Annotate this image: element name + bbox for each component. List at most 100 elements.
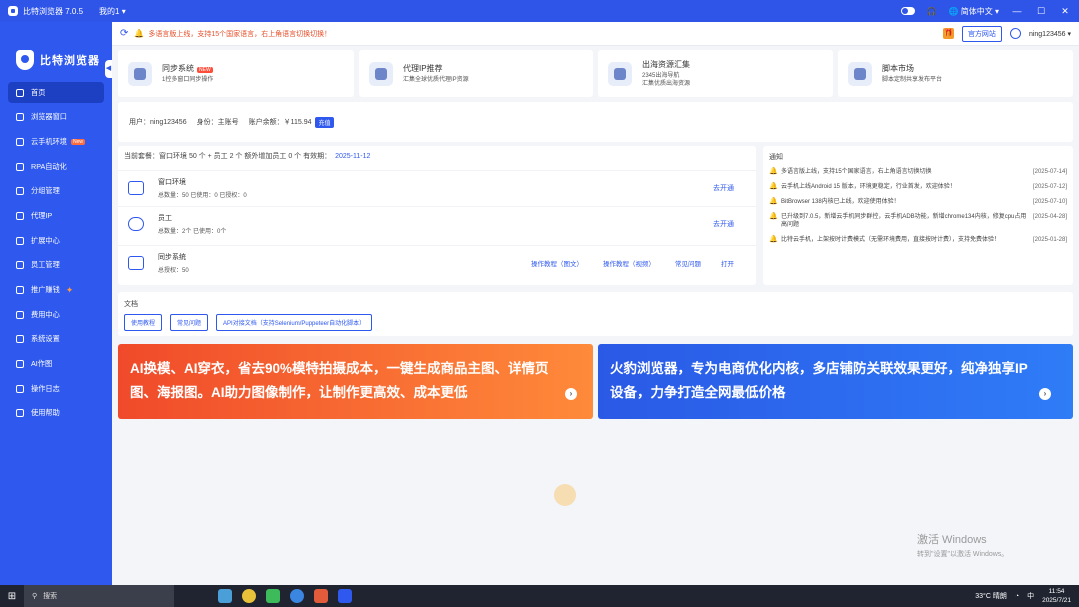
notice-text: 比特云手机，上架按时计费模式（无需环境费用，直接按时计费），支持免费体验！: [781, 237, 1001, 243]
bell-icon: 🔔: [769, 168, 778, 175]
customer-service-icon[interactable]: 🎧: [927, 7, 937, 16]
bitbrowser-icon[interactable]: [338, 589, 352, 603]
sidebar-item-ai-draw[interactable]: AI作图: [8, 354, 104, 375]
username-dropdown[interactable]: ning123456 ▾: [1029, 30, 1071, 38]
maximize-button[interactable]: ☐: [1035, 6, 1047, 17]
taskbar-search-label: 搜索: [43, 593, 58, 600]
sidebar-item-browser-windows[interactable]: 浏览器窗口: [8, 107, 104, 128]
new-badge: NEW: [197, 67, 213, 73]
faq-button[interactable]: 常见问题: [170, 314, 209, 331]
notice-date: [2025-04-28]: [1032, 214, 1067, 220]
sidebar-item-label: 推广赚钱: [31, 285, 60, 294]
feature-card-script-market[interactable]: 脚本市场 脚本定制共享发布平台: [838, 50, 1073, 97]
feature-card-proxy[interactable]: 代理IP推荐 汇集全球优质代理IP资源: [359, 50, 593, 97]
sidebar-nav: 首页 浏览器窗口 云手机环境 New RPA自动化 分组管理 代理IP 扩展中心 …: [0, 82, 112, 424]
feature-card-title: 脚本市场: [882, 64, 914, 73]
wechat-icon[interactable]: [266, 589, 280, 603]
browser-icon[interactable]: [290, 589, 304, 603]
feature-card-desc: 1控多窗口同步操作: [162, 77, 214, 83]
window-stack-icon: [128, 180, 144, 195]
faq-link[interactable]: 常见问题: [675, 258, 701, 268]
language-switcher[interactable]: 🌐 简体中文 ▾: [949, 6, 999, 17]
feature-card-resources[interactable]: 出海资源汇集 2345出海导航 汇集优质出海资源: [598, 50, 833, 97]
brand-name: 比特浏览器: [40, 55, 100, 67]
package-row-staff: 员工 总数量：2个 已使用：0个 去开通: [118, 206, 756, 240]
feature-card-sync[interactable]: 同步系统 NEW 1控多窗口同步操作: [118, 50, 354, 97]
sidebar-item-groups[interactable]: 分组管理: [8, 181, 104, 202]
clock[interactable]: 11:54 2025/7/21: [1042, 587, 1071, 605]
app-icon[interactable]: [314, 589, 328, 603]
sidebar-item-home[interactable]: 首页: [8, 82, 104, 103]
docs-title: 文档: [124, 301, 138, 308]
arrow-right-icon[interactable]: ›: [565, 388, 577, 400]
ai-icon: [16, 360, 24, 369]
new-badge: New: [70, 138, 85, 145]
notices-title: 通知: [769, 154, 783, 161]
sidebar-item-help[interactable]: 使用帮助: [8, 403, 104, 424]
taskbar-search[interactable]: ⚲ 搜索: [24, 585, 174, 607]
sidebar-item-billing[interactable]: 费用中心: [8, 304, 104, 325]
close-button[interactable]: ✕: [1059, 6, 1071, 17]
banner-text: 火豹浏览器，专为电商优化内核，多店铺防关联效果更好，纯净独享IP设备，力争打造全…: [610, 361, 1028, 400]
network-icon[interactable]: ◔: [1015, 593, 1019, 600]
notice-item[interactable]: 🔔 比特云手机，上架按时计费模式（无需环境费用，直接按时计费），支持免费体验！ [2…: [769, 236, 1067, 244]
notice-item[interactable]: 🔔 云手机上线Android 15 版本，环境更稳定，行业首发，欢迎体验！ [202…: [769, 183, 1067, 191]
official-site-button[interactable]: 官方网站: [961, 25, 1002, 42]
user-icon: [1009, 28, 1021, 39]
ime-indicator[interactable]: 中: [1027, 591, 1034, 601]
sidebar-item-rpa[interactable]: RPA自动化: [8, 156, 104, 177]
staff-icon: [16, 261, 24, 270]
sidebar-item-referral[interactable]: 推广赚钱 ✦: [8, 280, 104, 301]
windows-start-icon[interactable]: ⊞: [0, 591, 24, 602]
theme-toggle[interactable]: [900, 7, 915, 15]
taskbar-apps: [218, 589, 352, 603]
browser-banner[interactable]: 火豹浏览器，专为电商优化内核，多店铺防关联效果更好，纯净独享IP设备，力争打造全…: [598, 344, 1073, 419]
sidebar-item-cloud-phone[interactable]: 云手机环境 New: [8, 131, 104, 152]
arrow-right-icon[interactable]: ›: [1039, 388, 1051, 400]
notice-item[interactable]: 🔔 BitBrowser 138内核已上线，欢迎使用体验！ [2025-07-10]: [769, 198, 1067, 206]
account-user: 用户：ning123456: [129, 119, 187, 126]
tutorial-text-link[interactable]: 操作教程（图文）: [531, 258, 583, 268]
script-icon: [848, 61, 872, 86]
open-sync-link[interactable]: 打开: [721, 258, 734, 268]
activate-staff-link[interactable]: 去开通: [713, 219, 734, 229]
bell-icon: 🔔: [769, 213, 778, 220]
sidebar: 比特浏览器 ◀ 首页 浏览器窗口 云手机环境 New RPA自动化 分组管理 代理…: [0, 22, 112, 585]
sidebar-item-label: 使用帮助: [31, 408, 60, 418]
sidebar-item-label: 员工管理: [31, 260, 60, 270]
chrome-icon[interactable]: [242, 589, 256, 603]
app-icon[interactable]: [218, 589, 232, 603]
billing-icon: [16, 310, 24, 319]
tutorial-video-link[interactable]: 操作教程（视频）: [603, 258, 655, 268]
notice-item[interactable]: 🔔 已升级到7.0.5，新增云手机同步群控，云手机ADB功能，新增chrome13…: [769, 213, 1067, 229]
log-icon: [16, 384, 24, 393]
feature-card-desc: 汇集全球优质代理IP资源: [403, 77, 469, 83]
refresh-icon[interactable]: ⟳: [120, 28, 128, 39]
notice-item[interactable]: 🔔 多语言版上线，支持15个国家语言，右上角语言切换切换 [2025-07-14]: [769, 168, 1067, 176]
search-icon: ⚲: [32, 593, 38, 600]
recharge-button[interactable]: 充值: [315, 116, 334, 128]
header-notice[interactable]: 多语言版上线，支持15个国家语言，右上角语言切换切换！: [148, 29, 331, 39]
weather-widget[interactable]: 33°C 晴朗: [975, 591, 1007, 601]
title-bar: 比特浏览器 7.0.5 我的1 ▾ 🎧 🌐 简体中文 ▾ — ☐ ✕: [0, 0, 1079, 22]
team-selector[interactable]: 我的1 ▾: [99, 6, 126, 17]
feature-card-desc: 脚本定制共享发布平台: [882, 77, 943, 83]
gift-icon[interactable]: 🎁: [942, 28, 954, 39]
sidebar-item-extensions[interactable]: 扩展中心: [8, 230, 104, 251]
account-bar: 用户：ning123456 身份：主账号 账户余额：￥115.94 充值: [118, 102, 1073, 142]
windows-activation-watermark: 激活 Windows 转到"设置"以激活 Windows。: [917, 531, 1008, 559]
sidebar-item-logs[interactable]: 操作日志: [8, 378, 104, 399]
sidebar-item-proxy[interactable]: 代理IP: [8, 205, 104, 226]
sidebar-item-staff[interactable]: 员工管理: [8, 255, 104, 276]
activate-windows-link[interactable]: 去开通: [713, 183, 734, 193]
ai-banner[interactable]: AI换模、AI穿衣，省去90%模特拍摄成本，一键生成商品主图、详情页图、海报图。…: [118, 344, 593, 419]
sidebar-collapse-button[interactable]: ◀: [105, 60, 112, 78]
tutorial-button[interactable]: 使用教程: [124, 314, 163, 331]
api-docs-button[interactable]: API对接文档（支持Selenium/Puppeteer自动化脚本）: [216, 314, 373, 331]
package-row-title: 员工: [158, 214, 172, 222]
minimize-button[interactable]: —: [1011, 6, 1023, 16]
sidebar-item-settings[interactable]: 系统设置: [8, 329, 104, 350]
package-summary: 当前套餐：窗口环境 50 个 + 员工 2 个 额外增加员工 0 个 有效期：: [124, 153, 332, 160]
group-icon: [16, 187, 24, 196]
feature-card-desc: 2345出海导航 汇集优质出海资源: [642, 73, 691, 87]
